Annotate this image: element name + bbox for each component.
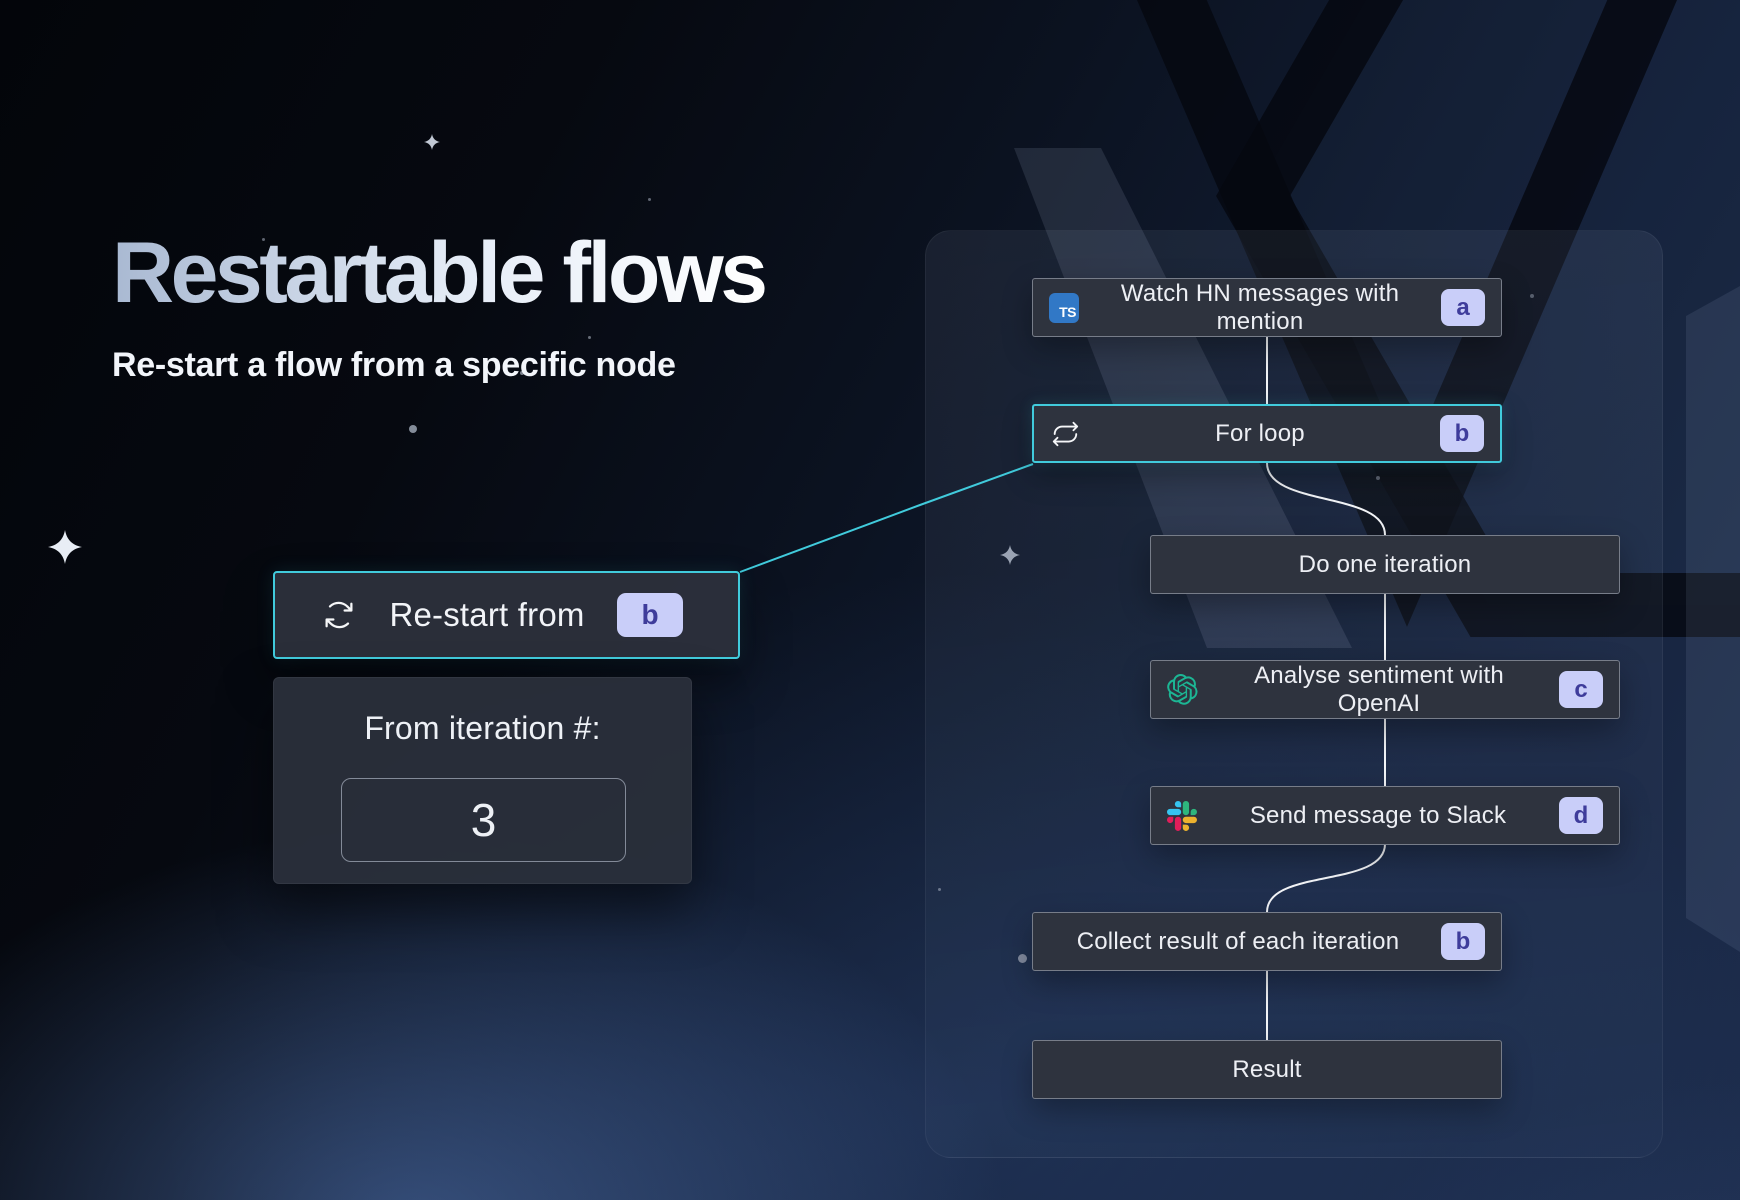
sparkle-star-icon bbox=[48, 530, 82, 564]
refresh-icon bbox=[321, 597, 357, 633]
node-badge: b bbox=[1441, 923, 1485, 960]
node-badge: d bbox=[1559, 797, 1603, 834]
slack-icon bbox=[1167, 801, 1197, 831]
page-title: Restartable flows bbox=[112, 228, 765, 318]
decor-dot bbox=[409, 425, 417, 433]
typescript-icon-label: TS bbox=[1059, 305, 1076, 319]
flow-node-label: Do one iteration bbox=[1167, 551, 1603, 579]
node-badge: b bbox=[1440, 415, 1484, 452]
repeat-icon bbox=[1050, 419, 1080, 449]
flow-node-send-slack[interactable]: Send message to Slack d bbox=[1150, 786, 1620, 845]
flow-node-analyse-sentiment[interactable]: Analyse sentiment with OpenAI c bbox=[1150, 660, 1620, 719]
flow-node-do-one-iteration[interactable]: Do one iteration bbox=[1150, 535, 1620, 594]
page-subtitle: Re-start a flow from a specific node bbox=[112, 346, 765, 385]
flow-node-label: For loop bbox=[1094, 420, 1426, 448]
flow-node-collect-result[interactable]: Collect result of each iteration b bbox=[1032, 912, 1502, 971]
flow-node-label: Watch HN messages with mention bbox=[1093, 280, 1427, 336]
decor-dot bbox=[648, 198, 651, 201]
hero-section: Restartable flows Re-start a flow from a… bbox=[112, 228, 765, 385]
node-badge: a bbox=[1441, 289, 1485, 326]
node-badge: c bbox=[1559, 671, 1603, 708]
restart-from-button[interactable]: Re-start from b bbox=[273, 571, 740, 659]
typescript-icon: TS bbox=[1049, 293, 1079, 323]
flow-node-result[interactable]: Result bbox=[1032, 1040, 1502, 1099]
restart-badge: b bbox=[617, 593, 683, 637]
flow-node-for-loop[interactable]: For loop b bbox=[1032, 404, 1502, 463]
restart-from-label: Re-start from bbox=[375, 596, 599, 634]
iteration-input[interactable] bbox=[341, 778, 626, 862]
flow-node-watch-hn[interactable]: TS Watch HN messages with mention a bbox=[1032, 278, 1502, 337]
openai-icon bbox=[1167, 674, 1199, 706]
flow-node-label: Result bbox=[1049, 1056, 1485, 1084]
iteration-form: From iteration #: bbox=[273, 677, 692, 884]
flow-node-label: Collect result of each iteration bbox=[1049, 928, 1427, 956]
canvas: Restartable flows Re-start a flow from a… bbox=[0, 0, 1740, 1200]
sparkle-star-icon bbox=[424, 134, 440, 150]
flow-node-label: Send message to Slack bbox=[1211, 802, 1545, 830]
flow-node-label: Analyse sentiment with OpenAI bbox=[1213, 662, 1545, 718]
iteration-label: From iteration #: bbox=[274, 710, 691, 747]
